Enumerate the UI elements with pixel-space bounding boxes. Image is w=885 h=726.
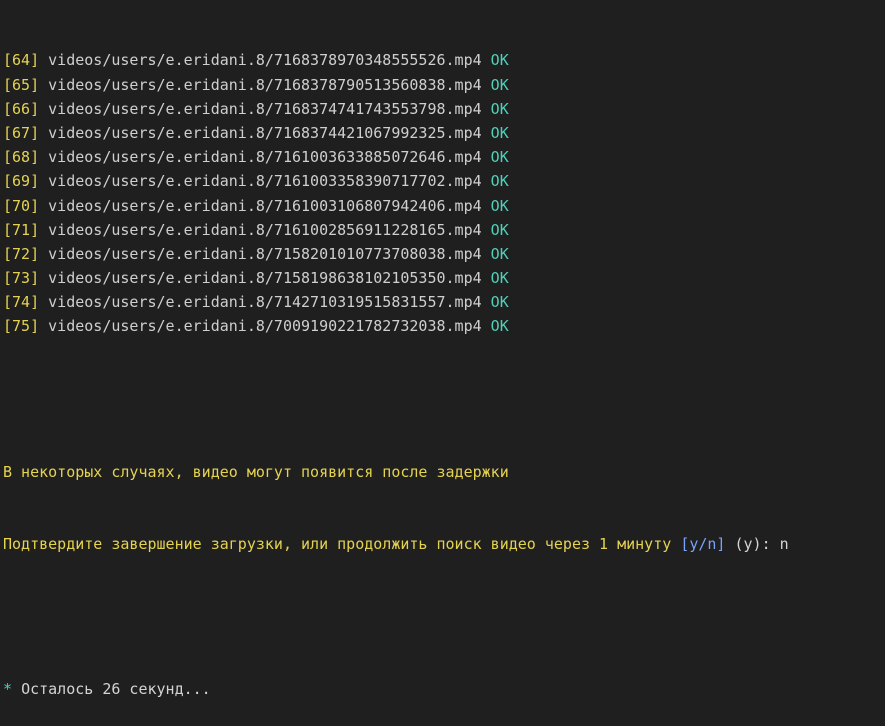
- log-index: [74]: [3, 293, 40, 312]
- log-line: [75] videos/users/e.eridani.8/7009190221…: [3, 314, 885, 338]
- log-index: [65]: [3, 75, 40, 94]
- log-status: OK: [490, 293, 509, 312]
- log-index: [67]: [3, 123, 40, 142]
- prompt-default: (y):: [734, 535, 771, 554]
- log-path: videos/users/e.eridani.8/716837474174355…: [48, 99, 482, 118]
- log-status: OK: [490, 99, 509, 118]
- log-line: [69] videos/users/e.eridani.8/7161003358…: [3, 169, 885, 193]
- log-line: [71] videos/users/e.eridani.8/7161002856…: [3, 218, 885, 242]
- log-index: [68]: [3, 148, 40, 167]
- spinner-icon: *: [3, 680, 13, 699]
- countdown-text: Осталось 26 секунд...: [21, 680, 211, 699]
- log-path: videos/users/e.eridani.8/716100363388507…: [48, 148, 482, 167]
- log-path: videos/users/e.eridani.8/715819863810210…: [48, 269, 482, 288]
- log-line: [68] videos/users/e.eridani.8/7161003633…: [3, 145, 885, 169]
- log-index: [70]: [3, 196, 40, 215]
- confirm-prompt-line: Подтвердите завершение загрузки, или про…: [3, 532, 885, 556]
- log-line: [70] videos/users/e.eridani.8/7161003106…: [3, 194, 885, 218]
- log-line: [74] videos/users/e.eridani.8/7142710319…: [3, 290, 885, 314]
- prompt-options: [y/n]: [680, 535, 726, 554]
- log-index: [64]: [3, 51, 40, 70]
- log-status: OK: [490, 75, 509, 94]
- log-path: videos/users/e.eridani.8/715820101077370…: [48, 244, 482, 263]
- log-line: [67] videos/users/e.eridani.8/7168374421…: [3, 121, 885, 145]
- user-input[interactable]: n: [780, 535, 789, 553]
- log-path: videos/users/e.eridani.8/714271031951583…: [48, 293, 482, 312]
- log-line: [66] videos/users/e.eridani.8/7168374741…: [3, 97, 885, 121]
- countdown-line: * Осталось 26 секунд...: [3, 677, 885, 701]
- log-path: videos/users/e.eridani.8/700919022178273…: [48, 317, 482, 336]
- log-line: [72] videos/users/e.eridani.8/7158201010…: [3, 242, 885, 266]
- log-index: [66]: [3, 99, 40, 118]
- log-path: videos/users/e.eridani.8/716837897034855…: [48, 51, 482, 70]
- log-status: OK: [490, 220, 509, 239]
- log-path: videos/users/e.eridani.8/716100335839071…: [48, 172, 482, 191]
- log-index: [72]: [3, 244, 40, 263]
- log-path: videos/users/e.eridani.8/716100310680794…: [48, 196, 482, 215]
- log-status: OK: [490, 317, 509, 336]
- log-status: OK: [490, 269, 509, 288]
- log-line: [64] videos/users/e.eridani.8/7168378970…: [3, 48, 885, 72]
- download-log: [64] videos/users/e.eridani.8/7168378970…: [3, 48, 885, 338]
- log-index: [75]: [3, 317, 40, 336]
- log-line: [65] videos/users/e.eridani.8/7168378790…: [3, 73, 885, 97]
- log-status: OK: [490, 196, 509, 215]
- log-status: OK: [490, 51, 509, 70]
- log-status: OK: [490, 172, 509, 191]
- log-index: [71]: [3, 220, 40, 239]
- log-status: OK: [490, 123, 509, 142]
- log-index: [73]: [3, 269, 40, 288]
- confirm-prompt: Подтвердите завершение загрузки, или про…: [3, 535, 672, 554]
- log-path: videos/users/e.eridani.8/716100285691122…: [48, 220, 482, 239]
- log-path: videos/users/e.eridani.8/716837879051356…: [48, 75, 482, 94]
- log-index: [69]: [3, 172, 40, 191]
- log-line: [73] videos/users/e.eridani.8/7158198638…: [3, 266, 885, 290]
- log-status: OK: [490, 244, 509, 263]
- terminal-window[interactable]: [64] videos/users/e.eridani.8/7168378970…: [0, 0, 885, 698]
- delay-message: В некоторых случаях, видео могут появитс…: [3, 462, 509, 481]
- log-path: videos/users/e.eridani.8/716837442106799…: [48, 123, 482, 142]
- log-status: OK: [490, 148, 509, 167]
